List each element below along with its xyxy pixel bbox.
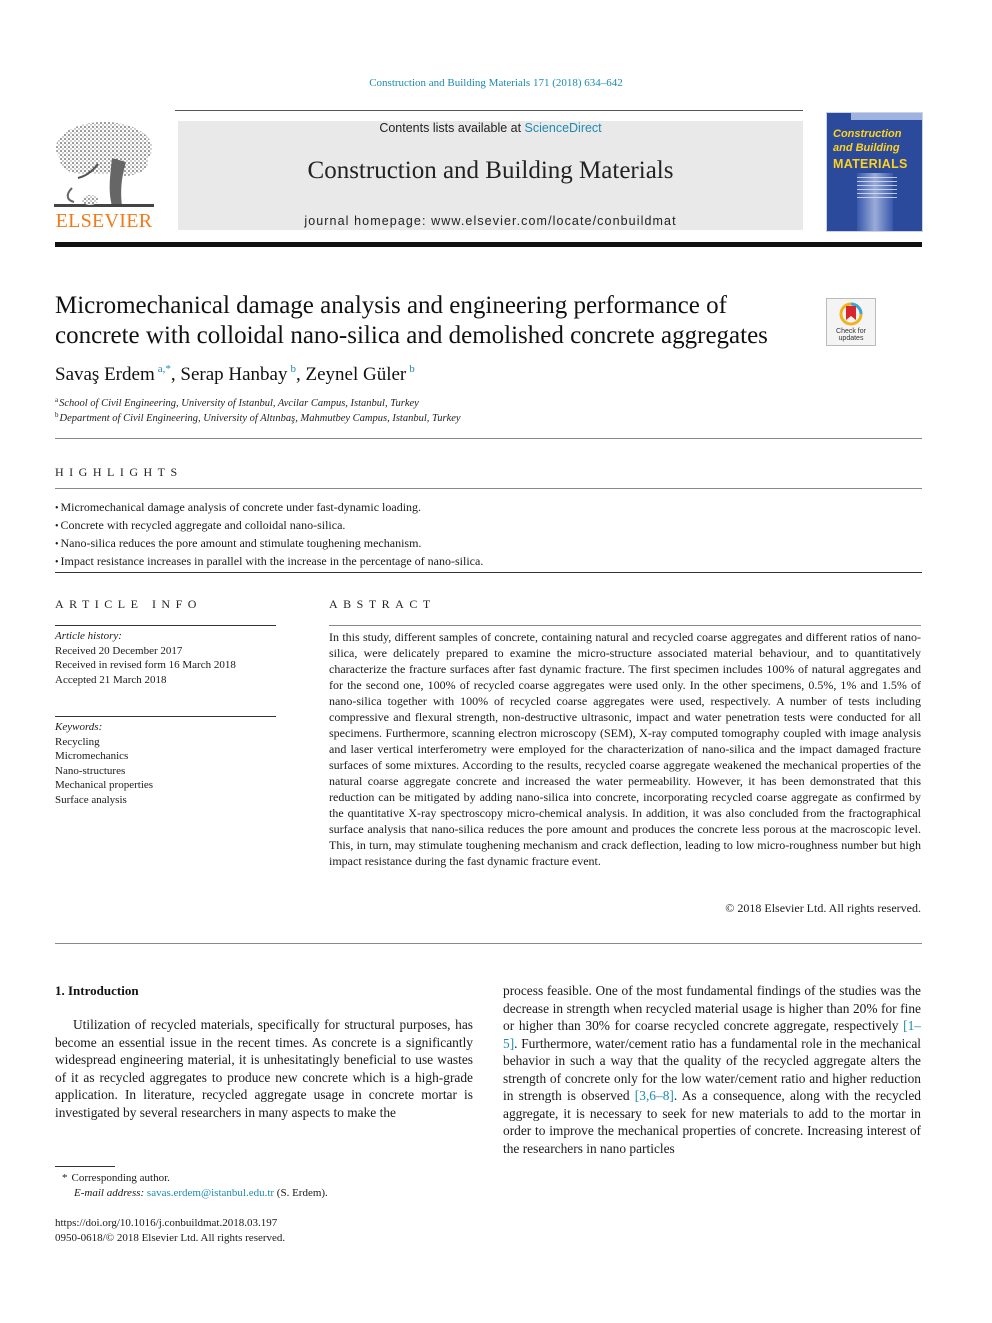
contents-prefix: Contents lists available at	[379, 121, 525, 135]
divider	[55, 943, 922, 944]
article-title-line2: concrete with colloidal nano-silica and …	[55, 322, 768, 349]
author: Serap Hanbay b,	[180, 363, 305, 385]
divider	[55, 625, 276, 626]
journal-homepage[interactable]: journal homepage: www.elsevier.com/locat…	[178, 214, 803, 228]
check-for-updates-button[interactable]: Check for updates	[826, 298, 876, 346]
keywords-label: Keywords:	[55, 721, 103, 733]
cover-title-line3: MATERIALS	[833, 157, 908, 171]
article-title-line1: Micromechanical damage analysis and engi…	[55, 292, 727, 319]
journal-banner: Contents lists available at ScienceDirec…	[178, 121, 803, 230]
crossmark-label: Check for updates	[827, 328, 875, 342]
affiliation-key: b	[55, 411, 59, 419]
footnote-rule	[55, 1166, 115, 1167]
header-thick-rule	[55, 242, 922, 247]
history-entry: Received 20 December 2017	[55, 644, 183, 657]
keyword: Nano-structures	[55, 764, 126, 777]
keyword: Micromechanics	[55, 750, 129, 762]
author-name: Serap Hanbay	[180, 364, 288, 385]
keyword: Mechanical properties	[55, 779, 154, 791]
author: Zeynel Güler b	[305, 363, 415, 385]
affiliation: aSchool of Civil Engineering, University…	[55, 396, 419, 409]
body-text-right-column: process feasible. One of the most fundam…	[503, 982, 921, 1157]
issn-copyright: 0950-0618/© 2018 Elsevier Ltd. All right…	[55, 1232, 286, 1244]
running-head[interactable]: Construction and Building Materials 171 …	[0, 77, 992, 89]
highlights-list: Micromechanical damage analysis of concr…	[55, 499, 925, 571]
affiliation: bDepartment of Civil Engineering, Univer…	[55, 411, 461, 424]
body-text: process feasible. One of the most fundam…	[503, 983, 921, 1033]
article-title: Micromechanical damage analysis and engi…	[55, 291, 815, 351]
citation-link[interactable]: [3,6–8]	[635, 1088, 674, 1103]
keyword: Recycling	[55, 735, 100, 748]
footnote-marker: *	[62, 1172, 68, 1184]
email-label: E-mail address:	[74, 1187, 145, 1199]
email-note: E-mail address: savas.erdem@istanbul.edu…	[74, 1186, 328, 1201]
author: Savaş Erdem a,*,	[55, 363, 181, 385]
divider	[55, 716, 276, 717]
highlight-item: Micromechanical damage analysis of concr…	[55, 499, 925, 517]
crossmark-icon	[839, 302, 863, 326]
section-heading-introduction: 1. Introduction	[55, 983, 139, 998]
footnote-text: Corresponding author.	[71, 1172, 170, 1184]
highlight-item: Impact resistance increases in parallel …	[55, 553, 925, 571]
article-info-heading: ARTICLE INFO	[55, 597, 202, 611]
abstract-copyright: © 2018 Elsevier Ltd. All rights reserved…	[725, 901, 921, 915]
divider	[55, 488, 922, 489]
author-list: Savaş Erdem a,*, Serap Hanbay b, Zeynel Gü…	[55, 363, 415, 386]
publisher-name: ELSEVIER	[55, 210, 153, 232]
affiliation-key: a	[55, 396, 59, 404]
affiliation-text: School of Civil Engineering, University …	[59, 398, 419, 409]
highlights-heading: HIGHLIGHTS	[55, 465, 183, 479]
article-history-label: Article history:	[55, 630, 122, 642]
highlight-item: Concrete with recycled aggregate and col…	[55, 517, 925, 535]
cover-title-line1: Construction	[833, 128, 902, 140]
author-name: Zeynel Güler	[305, 364, 407, 385]
corresponding-author-note: * Corresponding author.	[55, 1171, 170, 1186]
body-text-left-column: Utilization of recycled materials, speci…	[55, 1017, 473, 1120]
email-link[interactable]: savas.erdem@istanbul.edu.tr	[147, 1187, 274, 1199]
abstract-text: In this study, different samples of conc…	[329, 630, 921, 868]
keyword: Surface analysis	[55, 793, 127, 806]
keywords: Keywords: Recycling Micromechanics Nano-…	[55, 720, 153, 807]
divider	[55, 572, 922, 573]
divider	[329, 625, 921, 626]
abstract-heading: ABSTRACT	[329, 597, 436, 611]
highlight-item: Nano-silica reduces the pore amount and …	[55, 535, 925, 553]
author-affiliation-marker[interactable]: b	[409, 363, 415, 375]
cover-title-line2: and Building	[833, 142, 900, 154]
crossmark-label-line2: updates	[838, 335, 864, 342]
history-entry: Received in revised form 16 March 2018	[55, 659, 236, 671]
article-history: Article history: Received 20 December 20…	[55, 629, 236, 687]
cover-title: Construction and Building	[833, 127, 901, 155]
cover-fine-text	[857, 177, 897, 201]
crossmark-label-line1: Check for	[836, 328, 866, 335]
doi-link[interactable]: https://doi.org/10.1016/j.conbuildmat.20…	[55, 1216, 277, 1231]
divider	[55, 438, 922, 439]
sciencedirect-link[interactable]: ScienceDirect	[525, 121, 602, 135]
affiliation-text: Department of Civil Engineering, Univers…	[59, 413, 461, 424]
contents-line: Contents lists available at ScienceDirec…	[178, 121, 803, 135]
author-affiliation-marker[interactable]: a,*	[158, 363, 171, 375]
header-rule	[175, 110, 803, 111]
journal-title: Construction and Building Materials	[307, 157, 674, 184]
history-entry: Accepted 21 March 2018	[55, 673, 167, 686]
journal-cover-image[interactable]: Construction and Building MATERIALS	[826, 112, 923, 232]
author-separator: ,	[170, 364, 181, 385]
email-suffix: (S. Erdem).	[274, 1187, 328, 1199]
author-name: Savaş Erdem	[55, 364, 155, 385]
cover-strip	[851, 113, 922, 120]
